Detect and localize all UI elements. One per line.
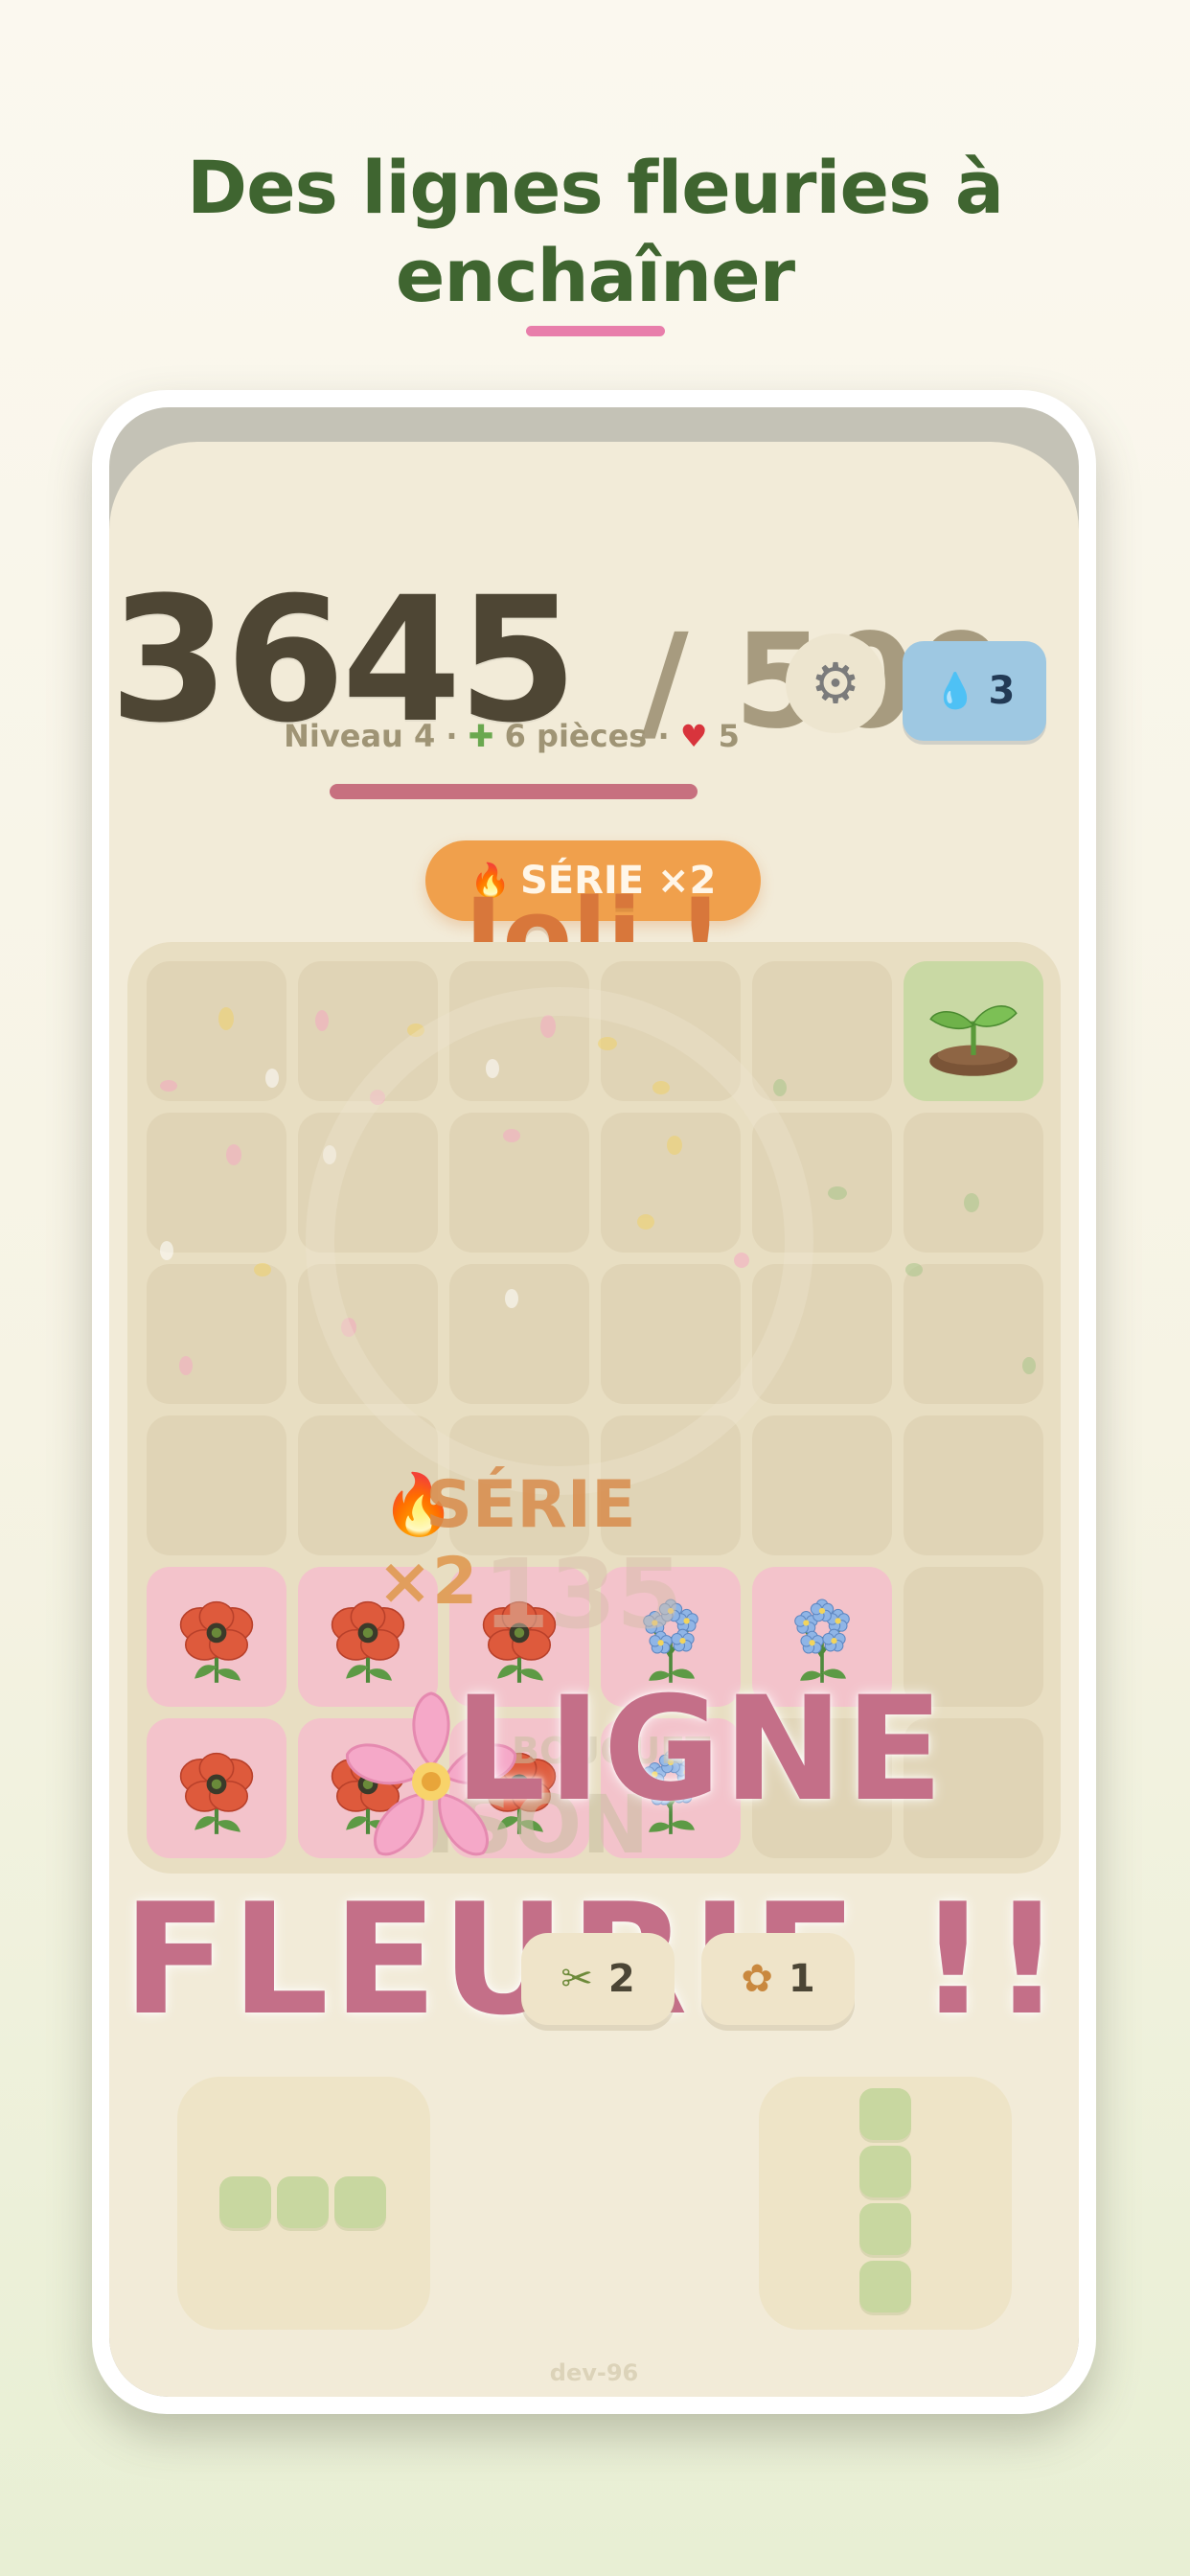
shears-count: 2 xyxy=(607,1957,635,2001)
board-cell-empty[interactable] xyxy=(449,961,589,1101)
poppy-icon xyxy=(179,1752,254,1834)
poppy-icon xyxy=(179,1600,254,1683)
board-cell-empty[interactable] xyxy=(904,1264,1043,1404)
board-cell-empty[interactable] xyxy=(298,961,438,1101)
board-cell-empty[interactable] xyxy=(147,1264,286,1404)
board-cell-poppy[interactable] xyxy=(147,1718,286,1858)
board-cell-empty[interactable] xyxy=(147,1415,286,1555)
headline-underline xyxy=(526,326,665,336)
board-cell-empty[interactable] xyxy=(752,961,892,1101)
water-drop-icon: 💧 xyxy=(933,672,977,711)
board-cell-empty[interactable] xyxy=(298,1113,438,1253)
separator: · xyxy=(657,718,680,754)
level-progress-bar xyxy=(330,784,698,799)
water-button[interactable]: 💧 3 xyxy=(903,641,1046,741)
puzzle-icon: ✚ xyxy=(468,718,494,754)
board-cell-empty[interactable] xyxy=(449,1113,589,1253)
board-cell-empty[interactable] xyxy=(904,1113,1043,1253)
board-cell-sprout[interactable] xyxy=(904,961,1043,1101)
board-cell-poppy[interactable] xyxy=(147,1567,286,1707)
sprout-icon xyxy=(929,1005,1018,1076)
board-cell-empty[interactable] xyxy=(752,1415,892,1555)
headline-line-1: Des lignes fleuries à xyxy=(187,145,1004,230)
gear-icon: ⚙ xyxy=(811,651,860,716)
board-cell-empty[interactable] xyxy=(147,961,286,1101)
settings-button[interactable]: ⚙ xyxy=(786,633,885,733)
banner-line-1: LIGNE xyxy=(454,1667,946,1833)
board-cell-empty[interactable] xyxy=(601,1113,741,1253)
board-cell-empty[interactable] xyxy=(752,1113,892,1253)
bouquet-powerup-button[interactable]: ✿ 1 xyxy=(701,1933,855,2025)
board-cell-empty[interactable] xyxy=(298,1264,438,1404)
separator: · xyxy=(446,718,469,754)
board-cell-empty[interactable] xyxy=(147,1113,286,1253)
bouquet-count: 1 xyxy=(788,1957,815,2001)
level-label: Niveau 4 xyxy=(284,718,436,754)
board-cell-empty[interactable] xyxy=(449,1264,589,1404)
pieces-label: 6 pièces xyxy=(504,718,648,754)
piece-block xyxy=(219,2176,271,2228)
water-count: 3 xyxy=(988,669,1016,713)
level-info: Niveau 4 · ✚ 6 pièces · ♥ 5 xyxy=(272,718,751,754)
headline-line-2: enchaîner xyxy=(395,233,795,318)
build-label: dev-96 xyxy=(549,2359,639,2386)
headline: Des lignes fleuries à enchaîner xyxy=(0,144,1190,320)
combo-ghost-number: 135 xyxy=(483,1538,683,1650)
board-cell-empty[interactable] xyxy=(601,961,741,1101)
heart-icon: ♥ xyxy=(679,718,708,754)
phone-frame: 3645 / 500 ⚙ 💧 3 Niveau 4 · ✚ 6 pièces ·… xyxy=(92,390,1096,2414)
piece-block xyxy=(859,2261,911,2312)
shears-icon: ✂ xyxy=(561,1957,593,2001)
piece-block xyxy=(277,2176,329,2228)
combo-multiplier: ×2 xyxy=(378,1544,478,1620)
board-cell-empty[interactable] xyxy=(904,1415,1043,1555)
piece-block xyxy=(859,2088,911,2140)
piece-slot-1[interactable] xyxy=(177,2077,430,2330)
combo-serie: SÉRIE xyxy=(425,1467,636,1543)
piece-block xyxy=(859,2146,911,2197)
game-screen: 3645 / 500 ⚙ 💧 3 Niveau 4 · ✚ 6 pièces ·… xyxy=(109,407,1079,2397)
piece-block xyxy=(334,2176,386,2228)
shears-powerup-button[interactable]: ✂ 2 xyxy=(521,1933,675,2025)
lives-count: 5 xyxy=(718,718,740,754)
piece-block xyxy=(859,2203,911,2255)
bouquet-icon: ✿ xyxy=(741,1957,773,2001)
piece-slot-2[interactable] xyxy=(759,2077,1012,2330)
board-cell-empty[interactable] xyxy=(752,1264,892,1404)
board-cell-empty[interactable] xyxy=(601,1264,741,1404)
